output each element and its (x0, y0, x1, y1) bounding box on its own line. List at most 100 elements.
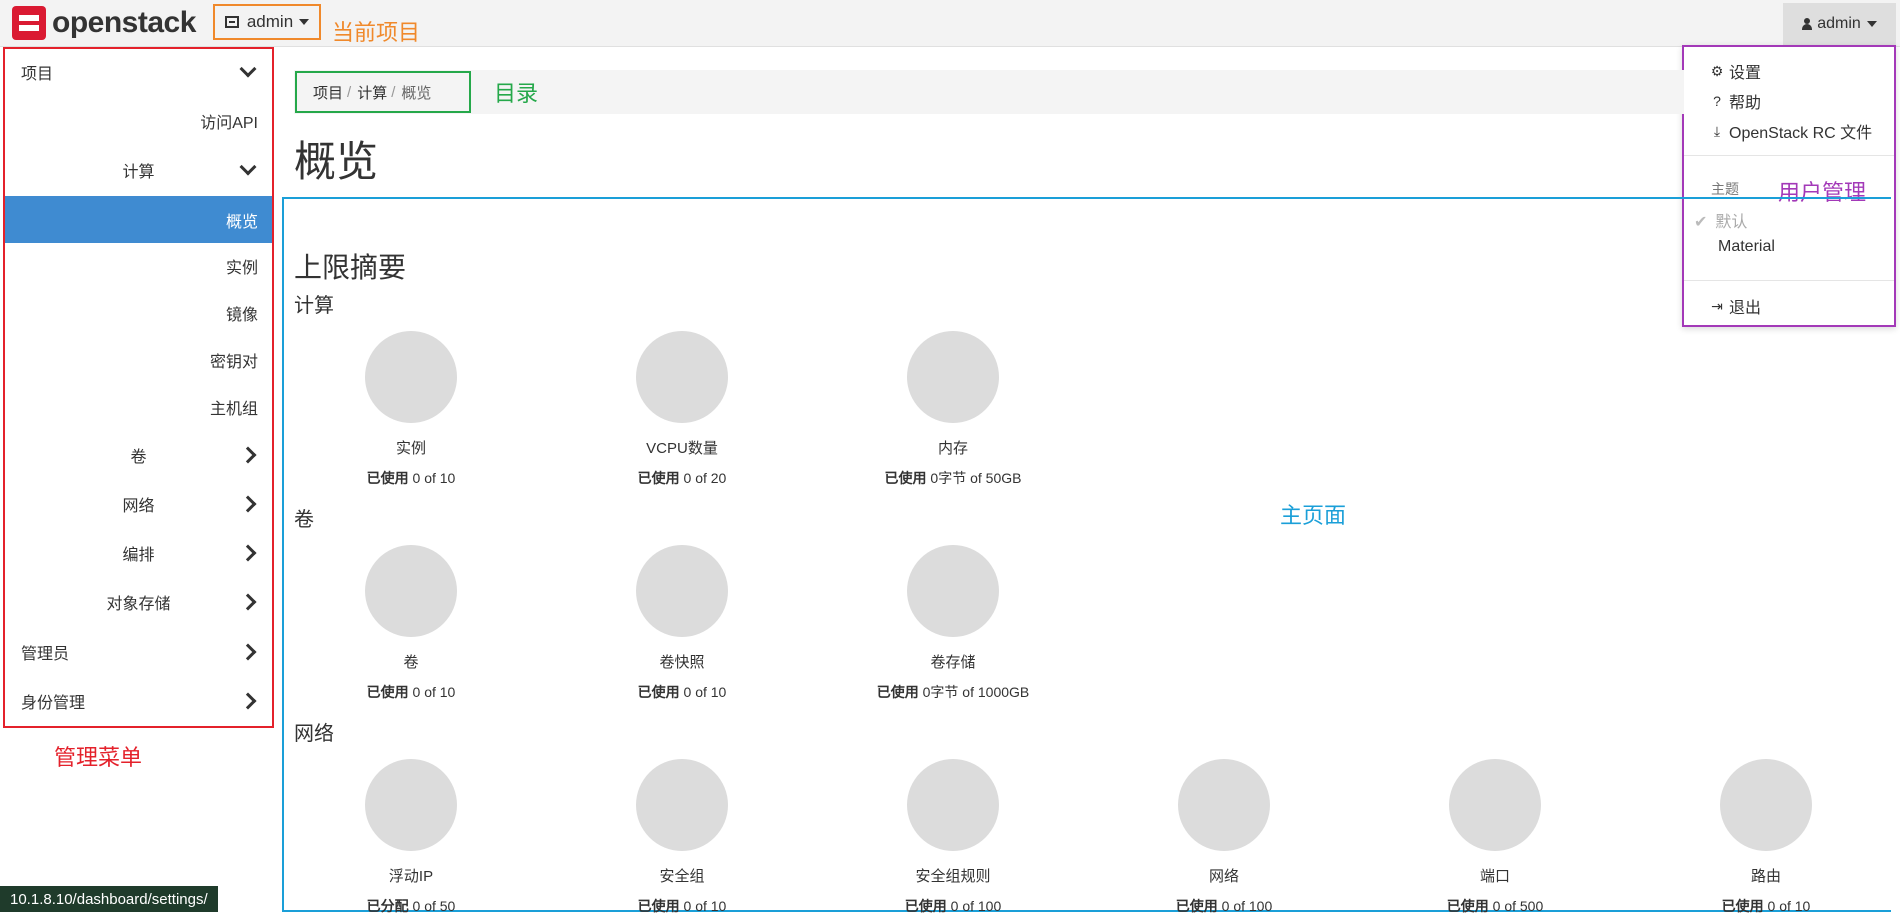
quota-chart-usage: 已使用 0字节 of 1000GB (873, 682, 1033, 702)
sidebar-item-volumes[interactable]: 卷 (5, 434, 272, 476)
sidebar-item-label: 项目 (21, 66, 54, 83)
quota-chart-compute: 内存 已使用 0字节 of 50GB (873, 331, 1033, 488)
quota-usage-prefix: 已使用 (637, 470, 684, 486)
quota-pie (636, 759, 728, 851)
sidebar-item-label: 管理员 (21, 646, 70, 663)
question-icon: ? (1713, 93, 1721, 109)
sidebar-item-overview[interactable]: 概览 (5, 196, 272, 243)
menu-item-settings[interactable]: ⚙ 设置 (1710, 59, 1761, 83)
menu-item-rc-file[interactable]: ⤓ OpenStack RC 文件 (1710, 119, 1872, 143)
quota-chart-usage: 已使用 0 of 10 (331, 468, 491, 488)
quota-usage-prefix: 已使用 (637, 684, 684, 700)
caret-down-icon (1866, 21, 1877, 27)
download-icon: ⤓ (1713, 122, 1721, 139)
sidebar-item-project[interactable]: 项目 (5, 51, 272, 93)
sidebar-item-label: 密钥对 (209, 354, 258, 371)
limit-summary-title: 上限摘要 (294, 252, 407, 283)
volume-group-title: 卷 (294, 509, 314, 531)
annotation-main-page: 主页面 (1280, 503, 1347, 528)
quota-chart-compute: 实例已使用 0 of 10 (331, 331, 491, 488)
annotation-current-project: 当前项目 (332, 20, 421, 45)
quota-pie (365, 759, 457, 851)
quota-chart-label: 卷存储 (930, 654, 976, 671)
gear-icon: ⚙ (1710, 62, 1724, 79)
sidebar-item-keypairs[interactable]: 密钥对 (5, 339, 272, 381)
quota-pie (907, 759, 999, 851)
sidebar-item-label: 主机组 (209, 401, 258, 418)
quota-chart-usage: 已使用 0 of 10 (602, 896, 762, 916)
quota-pie (907, 331, 999, 423)
sidebar-item-label: 对象存储 (106, 596, 171, 613)
project-switcher-button[interactable]: admin (213, 4, 321, 40)
network-group-title: 网络 (294, 723, 334, 745)
breadcrumb-project[interactable]: 项目 (313, 82, 343, 103)
quota-chart-label: 端口 (1479, 868, 1510, 885)
quota-chart-network: 端口已使用 0 of 500 (1415, 759, 1575, 916)
breadcrumb-current: 概览 (401, 84, 432, 102)
chevron-right-icon (239, 593, 257, 611)
chevron-down-icon (239, 158, 257, 176)
quota-pie (1449, 759, 1541, 851)
breadcrumb: 项目 / 计算 / 概览 (295, 71, 471, 113)
quota-chart-label: 路由 (1750, 868, 1781, 885)
theme-header: 主题 (1711, 181, 1739, 197)
user-menu-button[interactable]: admin (1783, 3, 1896, 45)
quota-chart-usage: 已使用 0 of 500 (1415, 896, 1575, 916)
quota-chart-volume: 卷快照 已使用 0 of 10 (602, 545, 762, 702)
annotation-directory: 目录 (494, 81, 539, 106)
sidebar-item-label: 访问API (200, 115, 258, 132)
menu-item-help-label: 帮助 (1729, 95, 1762, 112)
status-bar-url: 10.1.8.10/dashboard/settings/ (0, 886, 218, 912)
sidebar-item-label: 网络 (122, 498, 155, 515)
quota-usage-prefix: 已使用 (366, 470, 413, 486)
sidebar-item-access-api[interactable]: 访问API (5, 100, 272, 142)
openstack-logo[interactable]: openstack (12, 6, 196, 40)
quota-chart-volume: 卷已使用 0 of 10 (331, 545, 491, 702)
sidebar-item-label: 概览 (225, 213, 258, 231)
quota-pie (1178, 759, 1270, 851)
top-navbar: openstack admin admin (0, 0, 1900, 47)
sidebar-item-label: 计算 (122, 164, 155, 181)
sidebar-item-admin[interactable]: 管理员 (5, 631, 272, 673)
sidebar-item-network[interactable]: 网络 (5, 483, 272, 525)
sidebar-item-server-groups[interactable]: 主机组 (5, 386, 272, 428)
menu-item-rc-file-label: OpenStack RC 文件 (1729, 125, 1873, 142)
quota-pie (907, 545, 999, 637)
quota-chart-usage: 已使用 0 of 10 (1686, 896, 1846, 916)
sidebar-item-label: 实例 (225, 260, 258, 277)
annotation-admin-menu: 管理菜单 (54, 745, 143, 770)
quota-chart-network: 安全组已使用 0 of 10 (602, 759, 762, 916)
compute-group-title: 计算 (294, 295, 334, 317)
sidebar-item-object-store[interactable]: 对象存储 (5, 581, 272, 623)
quota-chart-label: 卷 (403, 654, 419, 671)
quota-pie (636, 545, 728, 637)
quota-usage-value: 0 of 10 (412, 470, 456, 486)
sidebar-item-label: 身份管理 (21, 695, 86, 712)
quota-pie (365, 545, 457, 637)
breadcrumb-separator: / (391, 83, 396, 101)
quota-usage-prefix: 已使用 (876, 684, 923, 700)
sidebar-item-instances[interactable]: 实例 (5, 245, 272, 287)
sidebar-item-images[interactable]: 镜像 (5, 292, 272, 334)
quota-chart-label: 实例 (395, 440, 426, 457)
quota-chart-volume: 卷存储已使用 0字节 of 1000GB (873, 545, 1033, 702)
sidebar-item-compute[interactable]: 计算 (5, 149, 272, 191)
quota-chart-compute: VCPU数量 已使用 0 of 20 (602, 331, 762, 488)
project-switcher-label: admin (246, 12, 294, 31)
menu-divider (1684, 155, 1894, 156)
breadcrumb-compute[interactable]: 计算 (357, 82, 387, 103)
sidebar-item-orchestration[interactable]: 编排 (5, 532, 272, 574)
quota-chart-network: 路由已使用 0 of 10 (1686, 759, 1846, 916)
quota-chart-network: 网络 已使用 0 of 100 (1144, 759, 1304, 916)
menu-item-help[interactable]: ? 帮助 (1710, 89, 1761, 113)
page-title: 概览 (294, 138, 379, 185)
chevron-right-icon (239, 544, 257, 562)
quota-chart-usage: 已分配 0 of 50 (331, 896, 491, 916)
quota-chart-usage: 已使用 0字节 of 50GB (873, 468, 1033, 488)
quota-usage-value: 0字节 of 50GB (930, 470, 1022, 486)
sidebar-item-identity[interactable]: 身份管理 (5, 680, 272, 722)
chevron-right-icon (239, 643, 257, 661)
openstack-logo-icon (12, 6, 46, 40)
quota-chart-label: 安全组 (659, 868, 705, 885)
quota-usage-value: 0 of 10 (683, 684, 727, 700)
